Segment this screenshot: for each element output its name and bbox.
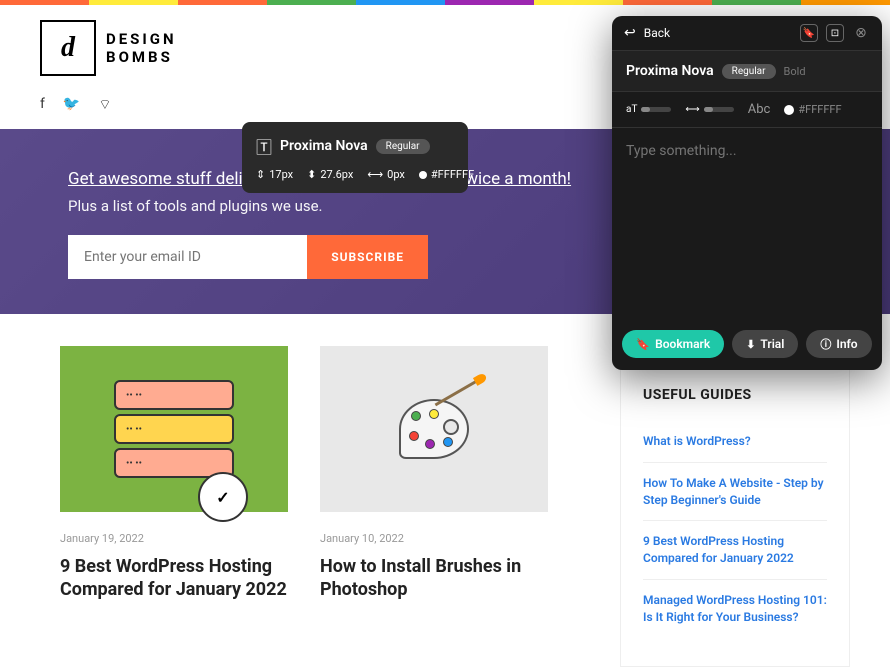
bookmark-button[interactable]: 🔖Bookmark: [622, 330, 724, 358]
type-something-input[interactable]: [626, 143, 868, 159]
server-icon: [114, 414, 234, 444]
color-picker[interactable]: #FFFFFF: [784, 103, 841, 116]
site-logo[interactable]: d DESIGNBOMBS: [40, 20, 177, 76]
post-thumbnail: ✓: [60, 346, 288, 512]
post-date: January 19, 2022: [60, 532, 288, 545]
weight-bold-option[interactable]: Bold: [784, 65, 806, 78]
sidebar-title: USEFUL GUIDES: [643, 387, 827, 403]
close-icon[interactable]: ⊗: [852, 24, 870, 42]
image-icon[interactable]: ⊡: [826, 24, 844, 42]
line-height-metric: ⬍ 27.6px: [307, 168, 353, 181]
subscribe-button[interactable]: SUBSCRIBE: [307, 235, 428, 279]
palette-icon: [399, 399, 469, 459]
server-icon: [114, 380, 234, 410]
guide-link[interactable]: How To Make A Website - Step by Step Beg…: [643, 463, 827, 522]
post-thumbnail: [320, 346, 548, 512]
guide-link[interactable]: 9 Best WordPress Hosting Compared for Ja…: [643, 521, 827, 580]
spacing-slider[interactable]: ⟷: [685, 104, 733, 115]
font-icon: 🅃: [256, 134, 272, 158]
font-size-metric: ⇕ 17px: [256, 168, 293, 181]
font-tooltip: 🅃 Proxima Nova Regular ⇕ 17px ⬍ 27.6px ⟷…: [242, 122, 468, 193]
rss-icon[interactable]: ⌔: [98, 96, 111, 114]
email-field[interactable]: [68, 235, 307, 279]
tooltip-font-weight: Regular: [376, 139, 430, 154]
info-icon: ⓘ: [820, 336, 831, 352]
post-card[interactable]: January 10, 2022 How to Install Brushes …: [320, 346, 548, 667]
facebook-icon[interactable]: f: [40, 96, 45, 114]
twitter-icon[interactable]: 🐦: [63, 96, 80, 114]
weight-regular-pill[interactable]: Regular: [722, 64, 776, 79]
logo-text: DESIGNBOMBS: [106, 30, 177, 66]
case-toggle[interactable]: Abc: [748, 102, 771, 117]
bookmark-icon: 🔖: [636, 338, 650, 351]
back-arrow-icon[interactable]: ↩: [624, 25, 636, 41]
tooltip-font-name: Proxima Nova: [280, 138, 368, 154]
trial-button[interactable]: ⬇Trial: [732, 330, 798, 358]
bookmark-icon[interactable]: 🔖: [800, 24, 818, 42]
back-button[interactable]: Back: [644, 26, 792, 40]
info-button[interactable]: ⓘInfo: [806, 330, 871, 358]
inspector-font-name: Proxima Nova: [626, 63, 714, 79]
color-metric: #FFFFFF: [419, 168, 474, 181]
post-title: 9 Best WordPress Hosting Compared for Ja…: [60, 555, 288, 602]
font-inspector-panel: ↩ Back 🔖 ⊡ ⊗ Proxima Nova Regular Bold a…: [612, 16, 882, 370]
guide-link[interactable]: What is WordPress?: [643, 421, 827, 463]
download-icon: ⬇: [746, 338, 755, 351]
rainbow-bar: [0, 0, 890, 5]
logo-mark: d: [40, 20, 96, 76]
size-slider[interactable]: aT: [626, 104, 671, 115]
letter-spacing-metric: ⟷ 0px: [367, 168, 405, 181]
post-card[interactable]: ✓ January 19, 2022 9 Best WordPress Host…: [60, 346, 288, 667]
brush-icon: [435, 379, 480, 407]
sidebar-guides: USEFUL GUIDES What is WordPress? How To …: [620, 358, 850, 667]
post-title: How to Install Brushes in Photoshop: [320, 555, 548, 602]
checkmark-icon: ✓: [198, 472, 248, 522]
post-date: January 10, 2022: [320, 532, 548, 545]
guide-link[interactable]: Managed WordPress Hosting 101: Is It Rig…: [643, 580, 827, 638]
